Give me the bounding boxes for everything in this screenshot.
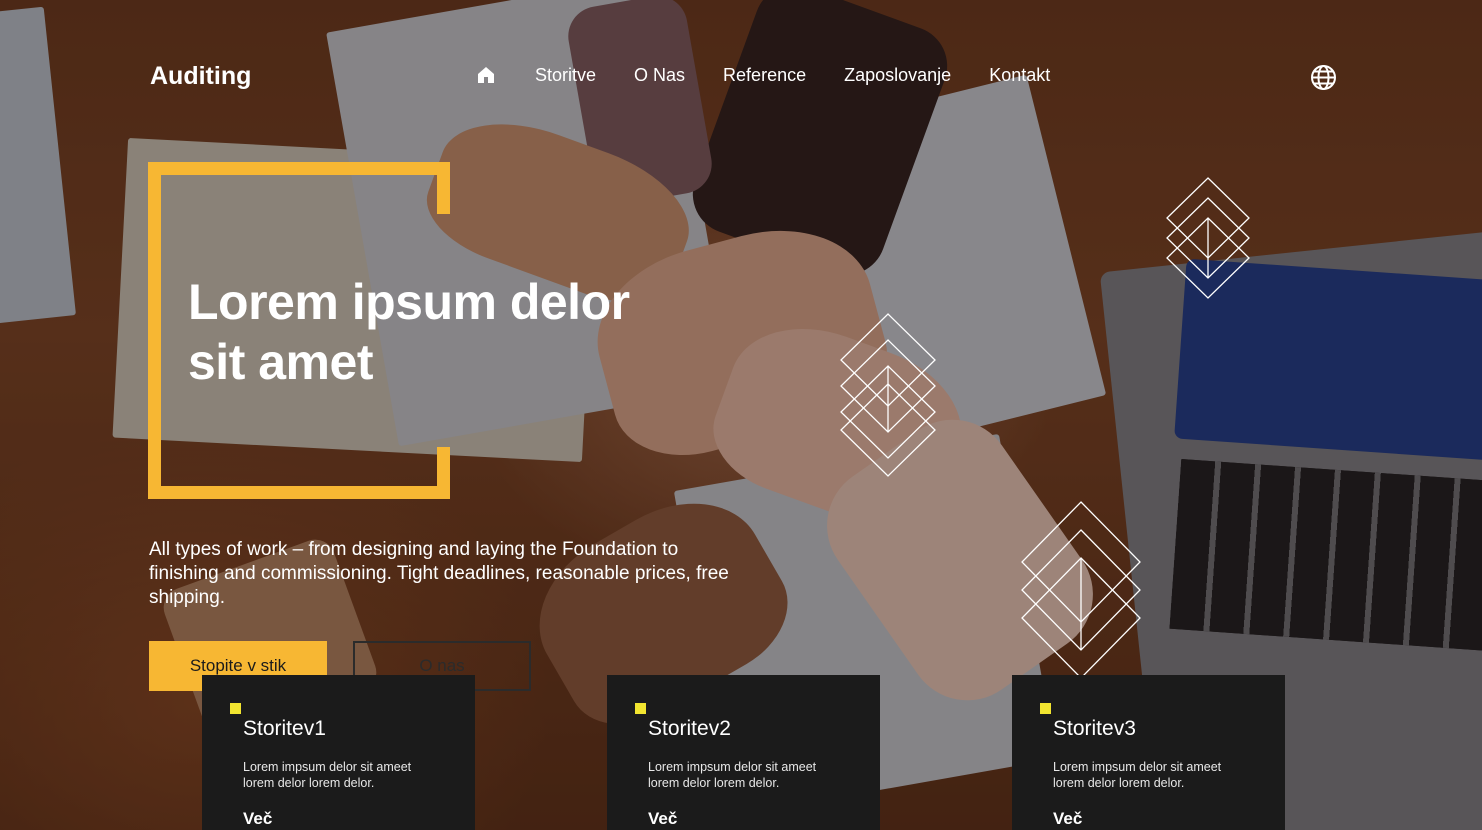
globe-icon[interactable] [1310, 64, 1337, 91]
geometric-cube-decoration [840, 313, 936, 477]
service-description: Lorem impsum delor sit ameet lorem delor… [1053, 760, 1222, 790]
site-logo[interactable]: Auditing [150, 62, 251, 91]
card-marker [230, 703, 241, 714]
geometric-cube-decoration [1166, 177, 1250, 299]
geometric-cube-decoration [1021, 501, 1141, 675]
service-description: Lorem impsum delor sit ameet lorem delor… [648, 760, 817, 790]
nav-item-storitve[interactable]: Storitve [535, 65, 596, 86]
service-more-link[interactable]: Več [648, 809, 677, 829]
nav-item-reference[interactable]: Reference [723, 65, 806, 86]
nav-item-o-nas[interactable]: O Nas [634, 65, 685, 86]
service-title: Storitev1 [243, 717, 326, 740]
service-more-link[interactable]: Več [243, 809, 272, 829]
nav-item-kontakt[interactable]: Kontakt [989, 65, 1050, 86]
nav-item-zaposlovanje[interactable]: Zaposlovanje [844, 65, 951, 86]
hero-title: Lorem ipsum delor sit amet [188, 272, 708, 392]
service-title: Storitev3 [1053, 717, 1136, 740]
service-title: Storitev2 [648, 717, 731, 740]
service-more-link[interactable]: Več [1053, 809, 1082, 829]
card-marker [1040, 703, 1051, 714]
service-description: Lorem impsum delor sit ameet lorem delor… [243, 760, 412, 790]
service-card[interactable]: Storitev3 Lorem impsum delor sit ameet l… [1012, 675, 1285, 830]
hero-title-line2: sit amet [188, 334, 373, 390]
hero-subtitle: All types of work – from designing and l… [149, 539, 729, 608]
home-icon[interactable] [475, 64, 497, 86]
main-nav: Storitve O Nas Reference Zaposlovanje Ko… [475, 64, 1088, 86]
hero-title-line1: Lorem ipsum delor [188, 274, 630, 330]
card-marker [635, 703, 646, 714]
service-card[interactable]: Storitev1 Lorem impsum delor sit ameet l… [202, 675, 475, 830]
service-card[interactable]: Storitev2 Lorem impsum delor sit ameet l… [607, 675, 880, 830]
